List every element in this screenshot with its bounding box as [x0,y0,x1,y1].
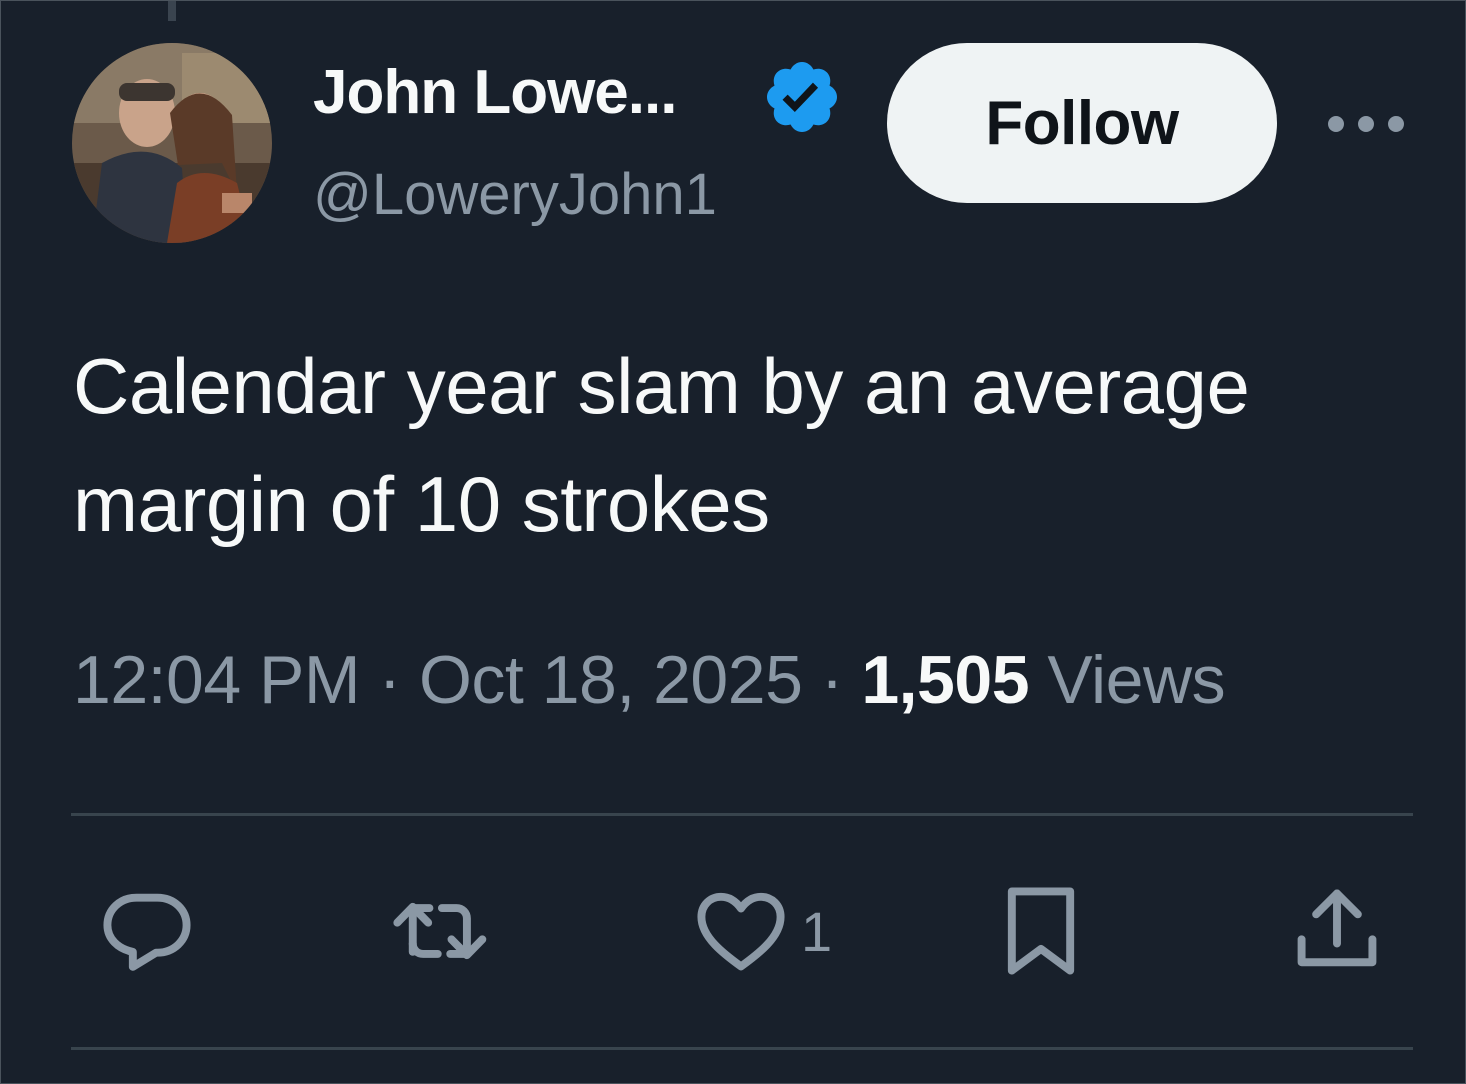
views-count: 1,505 [861,642,1048,718]
tweet-metadata: 12:04 PM · Oct 18, 2025 · 1,505 Views [73,641,1226,719]
like-button[interactable]: 1 [691,881,832,981]
retweet-icon [393,902,487,960]
divider [71,1047,1413,1050]
meta-separator: · [820,642,862,718]
retweet-button[interactable] [389,881,499,981]
tweet-card: John Lowe... @LoweryJohn1 Follow Calenda… [0,0,1466,1084]
like-icon [697,892,785,971]
meta-separator: · [378,642,420,718]
bookmark-button[interactable] [991,881,1091,981]
views-label: Views [1047,642,1226,718]
share-icon [1297,889,1377,967]
author-display-name[interactable]: John Lowe... [313,57,677,128]
avatar[interactable] [72,43,272,243]
tweet-date[interactable]: Oct 18, 2025 [419,642,803,718]
avatar-photo [72,43,272,243]
divider [71,813,1413,816]
follow-button[interactable]: Follow [887,43,1277,203]
tweet-text: Calendar year slam by an average margin … [73,342,1250,548]
author-handle[interactable]: @LoweryJohn1 [313,161,717,228]
thread-connector-line [168,1,176,21]
reply-button[interactable] [97,881,197,981]
reply-icon [103,893,191,971]
tweet-time[interactable]: 12:04 PM [73,642,361,718]
like-count: 1 [801,899,833,963]
bookmark-icon [1007,887,1075,975]
share-button[interactable] [1287,881,1387,981]
verified-badge-icon[interactable] [761,56,843,138]
more-options-icon[interactable] [1321,106,1411,142]
